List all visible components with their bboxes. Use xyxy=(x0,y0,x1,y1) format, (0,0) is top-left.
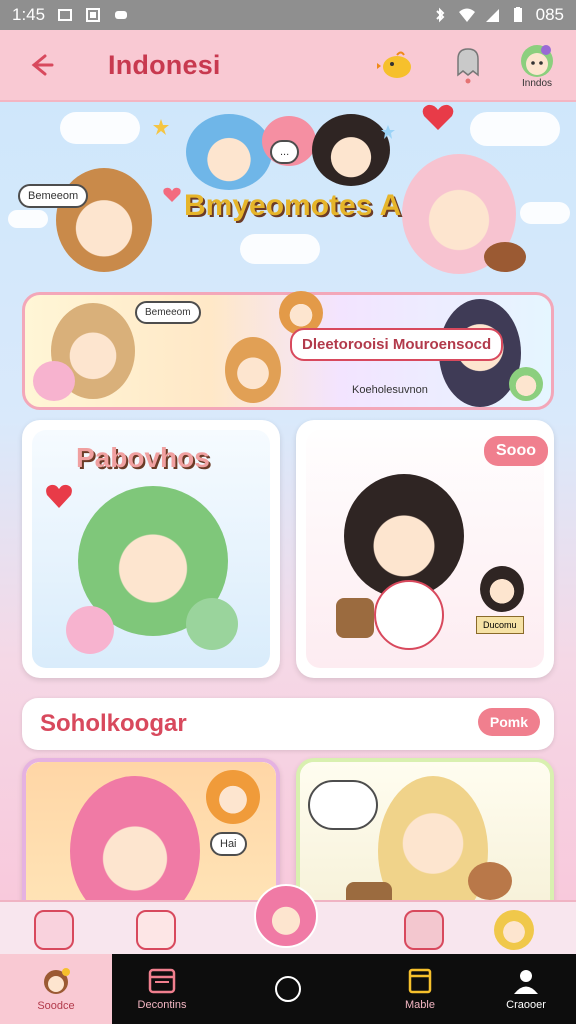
book-icon xyxy=(408,968,432,994)
cloud xyxy=(520,202,570,224)
quick-actions-bar xyxy=(0,884,576,954)
profile-button[interactable]: Inndos xyxy=(518,42,556,89)
envelope-icon[interactable] xyxy=(136,910,176,950)
story-card-right[interactable]: Ducomu Sooo xyxy=(296,420,554,678)
star-icon xyxy=(153,119,169,135)
person-icon xyxy=(514,970,538,994)
section-pill[interactable]: Pomk xyxy=(477,708,540,736)
nav-item-decorations[interactable]: Decontins xyxy=(112,954,212,1024)
card-sign: Ducomu xyxy=(476,616,524,634)
section-header: Soholkoogar Pomk xyxy=(22,698,554,750)
cloud xyxy=(8,210,48,228)
story-card-bottom-right[interactable] xyxy=(296,758,554,900)
gallery-icon xyxy=(85,7,101,23)
banner-bubble-small: Bemeeom xyxy=(135,301,201,324)
nav-item-home[interactable]: Soodce xyxy=(0,954,112,1024)
character-dark-hair xyxy=(312,114,390,186)
status-time: 1:45 xyxy=(12,5,46,24)
star-icon xyxy=(381,125,395,139)
app-bar: Indonesi Inndos xyxy=(0,30,576,102)
cloud xyxy=(60,112,140,144)
banner-character-small xyxy=(225,337,281,403)
content-area[interactable]: Bemeeom ... Bmyeomotes A Bemeeom Dleetor… xyxy=(0,102,576,900)
profile-label: Inndos xyxy=(521,77,553,89)
character-dog xyxy=(484,242,526,272)
cloud xyxy=(240,234,320,264)
nav-label: Mable xyxy=(405,999,435,1011)
hero-bubble-center: ... xyxy=(270,140,300,164)
card-character-small xyxy=(480,566,524,612)
nav-label: Soodce xyxy=(37,1000,75,1012)
character-home-icon xyxy=(44,968,70,994)
card-bubble: Hai xyxy=(210,832,247,856)
card-bubble-food xyxy=(308,780,378,830)
status-bar: 1:45 085 xyxy=(0,0,576,30)
character-avatar-icon[interactable] xyxy=(494,910,534,950)
gamepad-icon xyxy=(113,7,129,23)
avatar xyxy=(521,44,553,77)
heart-box-icon[interactable] xyxy=(404,910,444,950)
heart-icon xyxy=(163,187,181,202)
circle-home-icon xyxy=(275,976,301,1002)
card-character-orange xyxy=(206,770,260,824)
wifi-icon xyxy=(458,7,475,23)
ghost-icon[interactable] xyxy=(446,43,490,87)
cloud xyxy=(470,112,560,146)
card-character-body xyxy=(374,580,444,650)
hero-title: Bmyeomotes A xyxy=(184,189,402,222)
card-bread xyxy=(468,862,512,900)
hero-bubble-left: Bemeeom xyxy=(18,184,89,208)
card-cupcake-green xyxy=(186,598,238,650)
signal-icon xyxy=(484,7,500,23)
banner-character-tiny xyxy=(509,367,543,401)
nav-label: Decontins xyxy=(137,999,187,1011)
heart-icon xyxy=(46,484,72,508)
bluetooth-icon xyxy=(432,7,448,23)
nav-item-profile[interactable]: Craooer xyxy=(476,954,576,1024)
home-button[interactable] xyxy=(248,954,328,1024)
character-blue xyxy=(186,114,272,190)
card-basket xyxy=(346,882,392,900)
nav-item-mable[interactable]: Mable xyxy=(370,954,470,1024)
story-card-left[interactable]: Pabovhos xyxy=(22,420,280,678)
battery-percent: 085 xyxy=(535,5,564,24)
bottom-navigation: Soodce Decontins Mable Craooer xyxy=(0,954,576,1024)
face-sticker-icon[interactable] xyxy=(34,910,74,950)
banner-bubble: Dleetorooisi Mouroensocd xyxy=(290,328,504,361)
story-card-bottom-left[interactable]: Hai xyxy=(22,758,280,900)
banner-label: Koeholesuvnon xyxy=(352,384,428,396)
heart-icon xyxy=(422,104,454,130)
badge-pill[interactable]: Sooo xyxy=(484,436,548,466)
notification-icon xyxy=(57,7,73,23)
section-title: Soholkoogar xyxy=(40,710,187,737)
card-title: Pabovhos xyxy=(76,442,210,473)
back-arrow-icon[interactable] xyxy=(20,45,60,85)
center-character-button[interactable] xyxy=(254,884,318,948)
card-cupcake-pink xyxy=(66,606,114,654)
nav-label: Craooer xyxy=(506,999,546,1011)
calendar-icon xyxy=(148,968,176,994)
battery-icon xyxy=(510,7,526,23)
hero-illustration[interactable]: Bemeeom ... Bmyeomotes A xyxy=(0,102,576,282)
page-title: Indonesi xyxy=(108,49,221,80)
chick-icon[interactable] xyxy=(374,43,418,87)
card-basket xyxy=(336,598,374,638)
banner-pink-bear xyxy=(33,361,75,401)
